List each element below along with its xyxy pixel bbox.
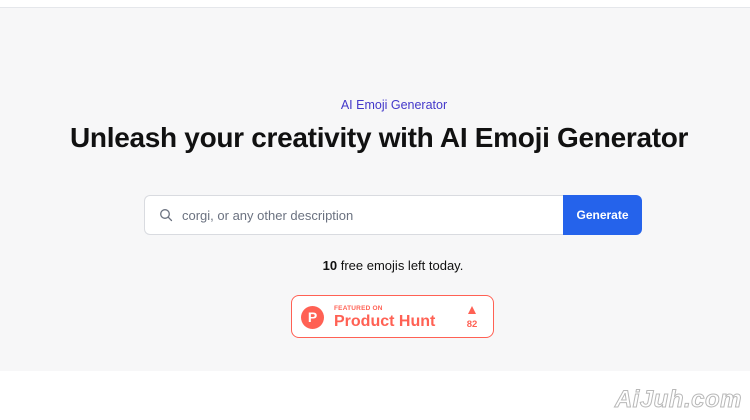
quota-text: 10 free emojis left today.	[0, 258, 750, 273]
watermark: AiJuh.com	[614, 386, 742, 414]
search-box[interactable]	[144, 195, 563, 235]
generate-button[interactable]: Generate	[563, 195, 642, 235]
product-hunt-badge[interactable]: P FEATURED ON Product Hunt 82	[291, 295, 494, 338]
search-icon	[159, 208, 173, 222]
featured-on-label: FEATURED ON	[334, 305, 383, 312]
quota-count: 10	[322, 258, 338, 273]
upvote-arrow-icon	[468, 306, 476, 314]
hero-section: AI Emoji Generator Unleash your creativi…	[0, 8, 750, 371]
upvote-count: 82	[466, 319, 478, 330]
eyebrow-label: AI Emoji Generator	[340, 98, 448, 112]
page-title: Unleash your creativity with AI Emoji Ge…	[70, 122, 689, 153]
search-form: Generate	[144, 195, 642, 235]
top-header-bar	[0, 0, 750, 8]
product-hunt-name: Product Hunt	[334, 313, 436, 330]
search-input[interactable]	[182, 207, 542, 223]
quota-label: free emojis left today.	[337, 258, 464, 273]
product-hunt-logo-letter: P	[307, 309, 318, 325]
product-hunt-logo-icon: P	[301, 306, 324, 329]
